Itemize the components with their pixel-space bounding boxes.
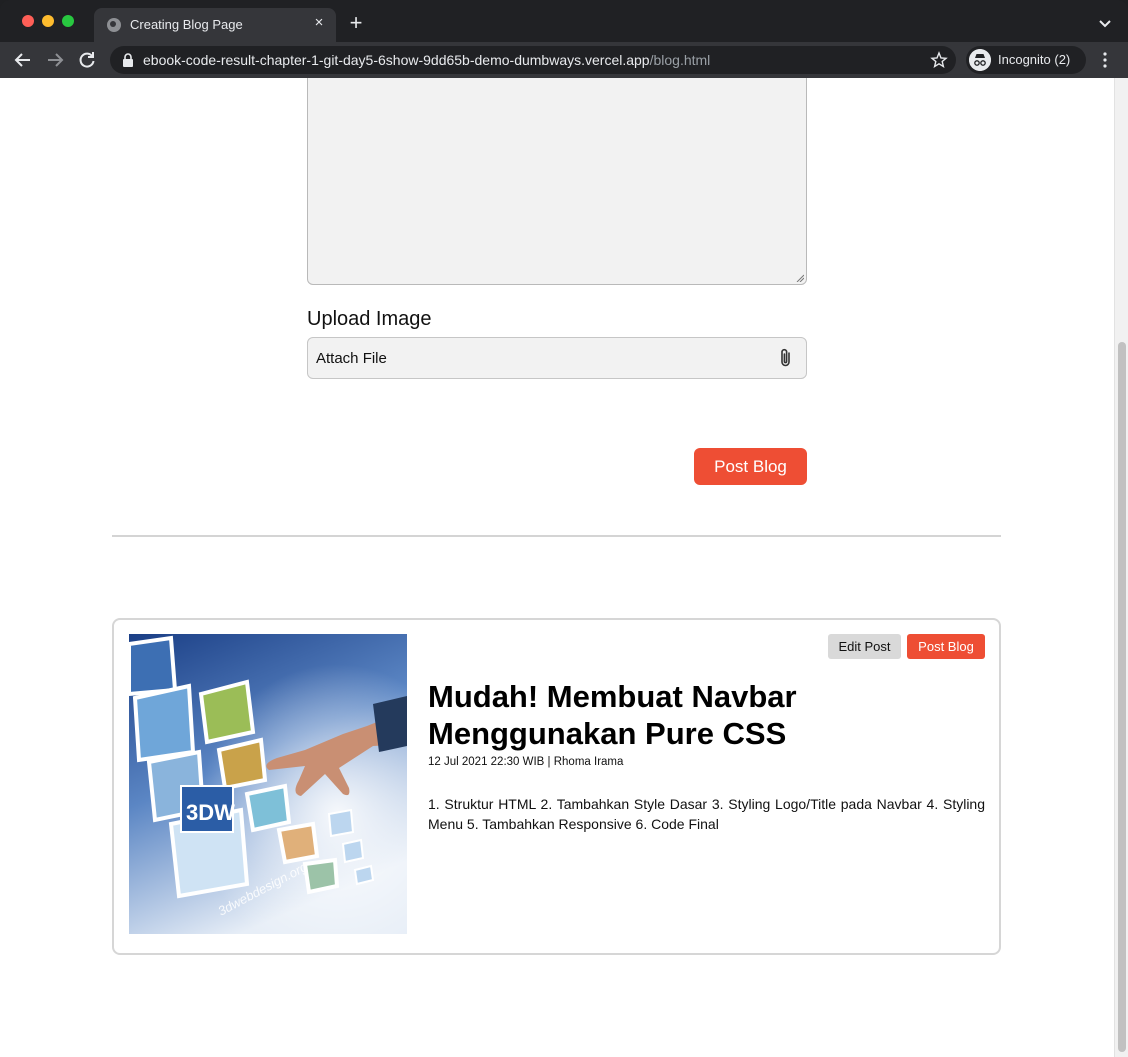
tab-title: Creating Blog Page — [130, 17, 243, 32]
address-bar[interactable]: ebook-code-result-chapter-1-git-day5-6sh… — [110, 46, 956, 74]
forward-arrow-icon[interactable] — [44, 49, 66, 71]
maximize-window-button[interactable] — [62, 15, 74, 27]
attach-file-text: Attach File — [316, 350, 387, 367]
thumbnail-illustration: 3DW 3dwebdesign.org — [129, 634, 407, 934]
blog-card: 3DW 3dwebdesign.org Edit Post Post Blog … — [112, 618, 1001, 955]
close-window-button[interactable] — [22, 15, 34, 27]
tab-strip: Creating Blog Page × + — [0, 0, 1128, 42]
browser-toolbar: ebook-code-result-chapter-1-git-day5-6sh… — [0, 42, 1128, 78]
content-textarea[interactable] — [307, 78, 807, 285]
bookmark-star-icon[interactable] — [930, 51, 948, 69]
url-host: ebook-code-result-chapter-1-git-day5-6sh… — [143, 52, 650, 68]
reload-icon[interactable] — [76, 49, 98, 71]
minimize-window-button[interactable] — [42, 15, 54, 27]
paperclip-icon — [781, 348, 790, 367]
more-options-icon[interactable] — [1098, 50, 1112, 70]
edit-post-button[interactable]: Edit Post — [828, 634, 901, 659]
scrollbar-thumb[interactable] — [1118, 342, 1126, 1052]
browser-window: Creating Blog Page × + ebook-code-result… — [0, 0, 1128, 1057]
attach-file-input[interactable]: Attach File — [307, 337, 807, 379]
url-path: /blog.html — [649, 52, 711, 68]
back-arrow-icon[interactable] — [12, 49, 34, 71]
lock-icon — [123, 53, 133, 67]
incognito-profile-button[interactable]: Incognito (2) — [966, 46, 1086, 74]
blog-meta: 12 Jul 2021 22:30 WIB | Rhoma Irama — [428, 756, 624, 768]
post-blog-button[interactable]: Post Blog — [694, 448, 807, 485]
vertical-scrollbar[interactable] — [1114, 78, 1128, 1057]
tab-close-icon[interactable]: × — [311, 15, 327, 31]
blog-excerpt: 1. Struktur HTML 2. Tambahkan Style Dasa… — [428, 796, 985, 832]
incognito-label: Incognito (2) — [998, 52, 1071, 67]
browser-tab[interactable]: Creating Blog Page × — [94, 8, 336, 42]
url-text: ebook-code-result-chapter-1-git-day5-6sh… — [143, 52, 710, 68]
blog-title[interactable]: Mudah! Membuat Navbar Menggunakan Pure C… — [428, 678, 848, 752]
incognito-icon — [969, 49, 991, 71]
upload-image-label: Upload Image — [307, 308, 432, 330]
blog-thumbnail-image: 3DW 3dwebdesign.org — [129, 634, 407, 934]
page-content: Upload Image Attach File Post Blog 3DW 3… — [0, 78, 1114, 1057]
tab-search-chevron-icon[interactable] — [1096, 14, 1114, 32]
globe-icon — [107, 18, 121, 32]
thumbnail-logo-text: 3DW — [186, 800, 235, 825]
section-divider — [112, 535, 1001, 537]
card-post-blog-button[interactable]: Post Blog — [907, 634, 985, 659]
window-bottom-edge — [0, 1053, 34, 1057]
new-tab-button[interactable]: + — [346, 12, 366, 34]
resize-grip-icon[interactable] — [796, 274, 804, 282]
